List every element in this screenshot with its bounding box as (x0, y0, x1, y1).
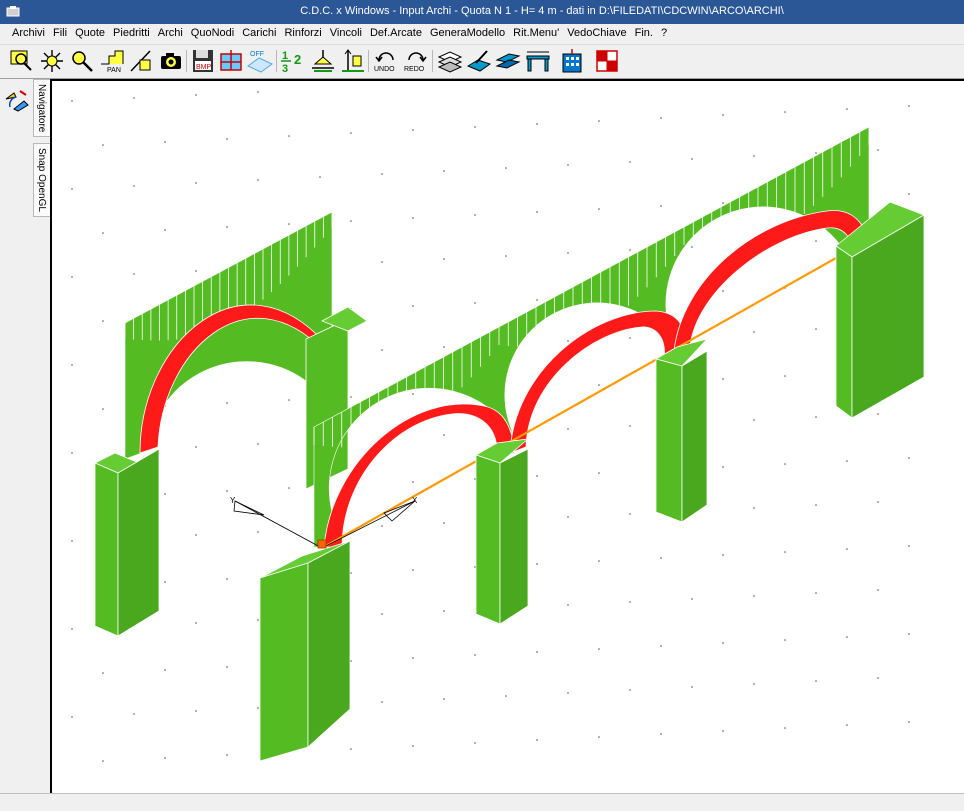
menu-item-[interactable]: ? (657, 24, 671, 39)
grid-icon[interactable] (594, 48, 620, 74)
tab-snap-opengl-label: Snap OpenGL (36, 148, 47, 212)
undo-icon[interactable]: UNDO (373, 48, 399, 74)
side-panel: Navigatore Snap OpenGL (0, 79, 51, 793)
frac-a: 1 (282, 50, 288, 62)
menu-item-piedritti[interactable]: Piedritti (109, 24, 154, 39)
menu-item-fili[interactable]: Fili (49, 24, 71, 39)
toolbar-separator (368, 50, 369, 72)
fraction-icon[interactable]: 132 (280, 48, 306, 74)
redo-label: REDO (404, 66, 425, 73)
navigator-tool-icon[interactable] (4, 87, 30, 113)
front-pier-3 (654, 338, 709, 523)
menu-item-fin[interactable]: Fin. (631, 24, 657, 39)
axis-label-x: X (412, 496, 418, 505)
pan-label: PAN (107, 67, 121, 74)
toolbar-separator (186, 50, 187, 72)
frame-icon[interactable] (218, 48, 244, 74)
menu-bar: Archivi Fili Quote Piedritti Archi QuoNodi Car… (0, 24, 964, 45)
zoom-window-icon[interactable] (9, 48, 35, 74)
menu-item-archi[interactable]: Archi (154, 24, 187, 39)
menu-item-generamodello[interactable]: GeneraModello (426, 24, 509, 39)
status-bar (0, 793, 964, 811)
draw-icon[interactable] (128, 48, 154, 74)
menu-item-quote[interactable]: Quote (71, 24, 109, 39)
tab-snap-opengl[interactable]: Snap OpenGL (33, 143, 51, 217)
slab-icon[interactable] (495, 48, 521, 74)
arch-model-view[interactable]: Y X (52, 81, 964, 793)
window-title: C.D.C. x Windows - Input Archi - Quota N… (300, 5, 784, 17)
camera-icon[interactable] (158, 48, 184, 74)
axis-label-y: Y (230, 496, 236, 505)
menu-item-rit-menu[interactable]: Rit.Menu' (509, 24, 563, 39)
undo-label: UNDO (374, 66, 395, 73)
snap-star-icon[interactable] (39, 48, 65, 74)
back-pier-left (94, 448, 160, 637)
toolbar-separator (432, 50, 433, 72)
front-pier-2 (475, 438, 530, 625)
pick-icon[interactable] (69, 48, 95, 74)
menu-item-rinforzi[interactable]: Rinforzi (280, 24, 325, 39)
off-label: OFF (250, 51, 264, 58)
toolbar-separator (276, 50, 277, 72)
building-icon[interactable] (559, 48, 585, 74)
layers-icon[interactable] (437, 48, 463, 74)
menu-item-vedochiave[interactable]: VedoChiave (563, 24, 630, 39)
frac-c: 2 (294, 52, 301, 67)
vertical-load-icon[interactable] (340, 48, 366, 74)
save-bmp-icon[interactable]: BMP (190, 48, 216, 74)
menu-item-def-arcate[interactable]: Def.Arcate (366, 24, 426, 39)
front-pier-1 (259, 540, 351, 762)
menu-item-vincoli[interactable]: Vincoli (326, 24, 366, 39)
pan-icon[interactable]: PAN (99, 48, 125, 74)
tab-navigatore[interactable]: Navigatore (33, 79, 51, 137)
redo-icon[interactable]: REDO (403, 48, 429, 74)
edit-icon[interactable] (466, 48, 492, 74)
tab-navigatore-label: Navigatore (36, 84, 47, 133)
off-icon[interactable]: OFF (247, 48, 273, 74)
3d-viewport[interactable]: Y X (50, 79, 964, 793)
title-bar: C.D.C. x Windows - Input Archi - Quota N… (0, 0, 964, 24)
menu-item-archivi[interactable]: Archivi (8, 24, 49, 39)
frac-b: 3 (282, 63, 288, 74)
bmp-label: BMP (196, 64, 212, 71)
menu-item-carichi[interactable]: Carichi (238, 24, 280, 39)
span-icon[interactable] (525, 48, 551, 74)
menu-item-quonodi[interactable]: QuoNodi (187, 24, 238, 39)
toolbar: PAN BMP OFF 132 UNDO REDO (0, 45, 964, 79)
support-icon[interactable] (310, 48, 336, 74)
